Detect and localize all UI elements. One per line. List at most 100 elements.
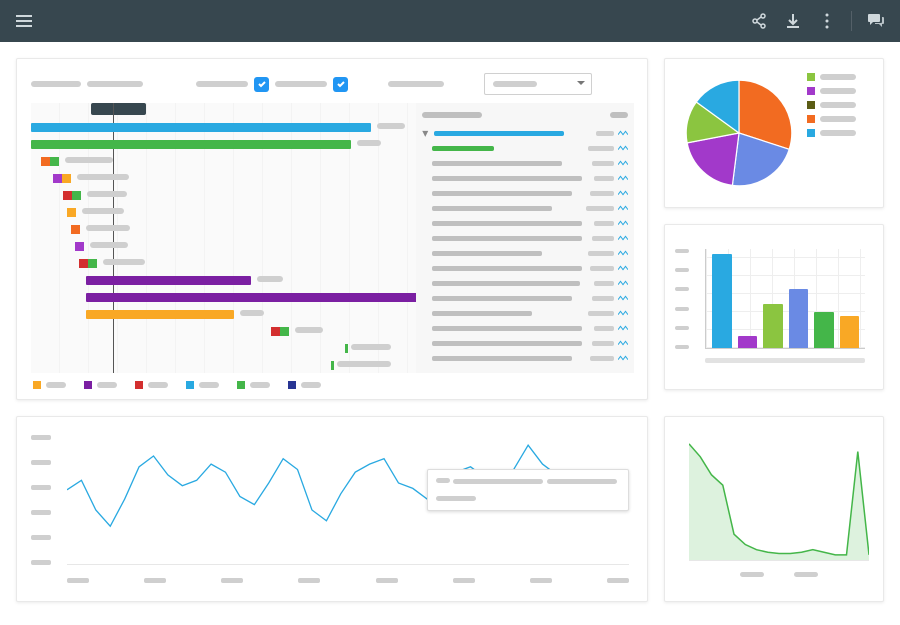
gantt-row[interactable] — [31, 342, 416, 356]
detail-row[interactable] — [422, 232, 628, 244]
chevron-down-icon[interactable]: ▾ — [422, 126, 430, 140]
detail-row[interactable] — [422, 217, 628, 229]
detail-row[interactable] — [422, 202, 628, 214]
x-tick — [144, 578, 166, 583]
gantt-milestone[interactable] — [71, 225, 80, 234]
legend-item[interactable] — [84, 381, 117, 389]
bar[interactable] — [738, 336, 758, 348]
detail-row[interactable] — [422, 172, 628, 184]
sparkline-icon — [618, 354, 628, 362]
bar-chart[interactable] — [675, 239, 873, 379]
legend-item[interactable] — [186, 381, 219, 389]
legend-item[interactable] — [237, 381, 270, 389]
detail-header — [422, 107, 628, 123]
gantt-row[interactable] — [31, 172, 416, 186]
detail-row[interactable] — [422, 292, 628, 304]
gantt-bar[interactable] — [31, 123, 371, 132]
bar[interactable] — [840, 316, 860, 348]
y-tick — [31, 460, 51, 465]
filter-label — [275, 81, 327, 87]
gantt-milestone[interactable] — [50, 157, 59, 166]
detail-row[interactable] — [422, 247, 628, 259]
more-icon[interactable] — [813, 7, 841, 35]
gantt-milestone[interactable] — [271, 327, 280, 336]
gantt-row[interactable] — [31, 223, 416, 237]
gantt-row[interactable] — [31, 155, 416, 169]
gantt-bar[interactable] — [86, 310, 234, 319]
filter-checkbox-1[interactable] — [254, 77, 269, 92]
gantt-panel: ▾ — [16, 58, 648, 400]
y-tick — [31, 435, 51, 440]
pie-chart[interactable] — [679, 73, 799, 193]
legend-item[interactable] — [33, 381, 66, 389]
detail-row[interactable] — [422, 262, 628, 274]
gantt-bar[interactable] — [86, 276, 251, 285]
detail-row[interactable] — [422, 322, 628, 334]
sparkline-icon — [618, 264, 628, 272]
detail-row[interactable] — [422, 277, 628, 289]
gantt-milestone[interactable] — [41, 157, 50, 166]
gantt-milestone[interactable] — [62, 174, 71, 183]
detail-row[interactable] — [422, 187, 628, 199]
legend-item[interactable] — [135, 381, 168, 389]
menu-icon[interactable] — [10, 7, 38, 35]
detail-row[interactable]: ▾ — [422, 127, 628, 139]
detail-row[interactable] — [422, 157, 628, 169]
gantt-row[interactable] — [31, 240, 416, 254]
legend-item[interactable] — [288, 381, 321, 389]
sparkline-icon — [618, 129, 628, 137]
gantt-row[interactable] — [31, 308, 416, 322]
x-tick — [794, 572, 818, 577]
small-line-chart[interactable] — [689, 431, 869, 561]
filter-select[interactable] — [484, 73, 592, 95]
gantt-row[interactable] — [31, 325, 416, 339]
download-icon[interactable] — [779, 7, 807, 35]
gantt-milestone[interactable] — [67, 208, 76, 217]
legend-item[interactable] — [807, 115, 856, 123]
gantt-bar[interactable] — [31, 140, 351, 149]
gantt-milestone[interactable] — [63, 191, 72, 200]
share-icon[interactable] — [745, 7, 773, 35]
gantt-row[interactable] — [31, 189, 416, 203]
bar[interactable] — [763, 304, 783, 348]
gantt-milestone[interactable] — [88, 259, 97, 268]
detail-row[interactable] — [422, 352, 628, 364]
y-tick — [31, 535, 51, 540]
gantt-milestone[interactable] — [53, 174, 62, 183]
gantt-bar-label — [295, 327, 323, 333]
bar[interactable] — [789, 289, 809, 348]
gantt-timeline[interactable] — [31, 103, 416, 373]
gantt-row[interactable] — [31, 206, 416, 220]
filter-label — [196, 81, 248, 87]
gantt-row[interactable] — [31, 359, 416, 373]
gantt-row[interactable] — [31, 274, 416, 288]
chat-icon[interactable] — [862, 7, 890, 35]
gantt-row[interactable] — [31, 291, 416, 305]
sparkline-icon — [618, 219, 628, 227]
bar[interactable] — [712, 254, 732, 348]
gantt-milestone[interactable] — [72, 191, 81, 200]
legend-item[interactable] — [807, 101, 856, 109]
gantt-row[interactable] — [31, 138, 416, 152]
legend-item[interactable] — [807, 87, 856, 95]
filter-checkbox-2[interactable] — [333, 77, 348, 92]
detail-row[interactable] — [422, 337, 628, 349]
gantt-row[interactable] — [31, 121, 416, 135]
x-tick — [740, 572, 764, 577]
gantt-row[interactable] — [31, 257, 416, 271]
legend-item[interactable] — [807, 129, 856, 137]
gantt-milestone[interactable] — [79, 259, 88, 268]
timeseries-chart[interactable] — [67, 429, 629, 565]
gantt-bar-label — [103, 259, 145, 265]
sparkline-icon — [618, 339, 628, 347]
legend-item[interactable] — [807, 73, 856, 81]
gantt-bar[interactable] — [86, 293, 426, 302]
gantt-date-marker[interactable] — [91, 103, 146, 115]
gantt-milestone[interactable] — [280, 327, 289, 336]
bar[interactable] — [814, 312, 834, 348]
y-tick — [31, 510, 51, 515]
gantt-milestone[interactable] — [75, 242, 84, 251]
detail-row[interactable] — [422, 307, 628, 319]
gantt-bar-label — [377, 123, 405, 129]
detail-row[interactable] — [422, 142, 628, 154]
